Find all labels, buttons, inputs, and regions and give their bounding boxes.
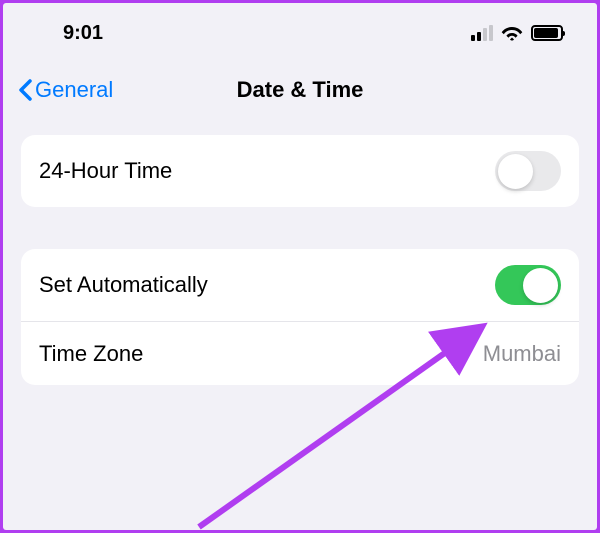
- row-value: Mumbai: [483, 341, 561, 367]
- status-time: 9:01: [63, 22, 103, 45]
- status-bar: 9:01: [3, 3, 597, 59]
- chevron-left-icon: [17, 78, 33, 102]
- wifi-icon: [501, 25, 523, 41]
- nav-bar: General Date & Time: [3, 59, 597, 135]
- row-label: 24-Hour Time: [39, 158, 172, 184]
- back-label: General: [35, 77, 113, 103]
- row-time-zone[interactable]: Time Zone Mumbai: [21, 321, 579, 385]
- row-set-automatically[interactable]: Set Automatically: [21, 249, 579, 321]
- page-title: Date & Time: [237, 77, 364, 103]
- toggle-knob: [498, 154, 533, 189]
- toggle-knob: [523, 268, 558, 303]
- settings-group-time-format: 24-Hour Time: [21, 135, 579, 207]
- toggle-24-hour-time[interactable]: [495, 151, 561, 191]
- settings-group-automatic: Set Automatically Time Zone Mumbai: [21, 249, 579, 385]
- cellular-signal-icon: [471, 25, 493, 41]
- back-button[interactable]: General: [17, 77, 113, 103]
- battery-icon: [531, 25, 563, 41]
- row-label: Set Automatically: [39, 272, 208, 298]
- status-icons: [471, 25, 563, 41]
- row-24-hour-time[interactable]: 24-Hour Time: [21, 135, 579, 207]
- row-label: Time Zone: [39, 341, 143, 367]
- toggle-set-automatically[interactable]: [495, 265, 561, 305]
